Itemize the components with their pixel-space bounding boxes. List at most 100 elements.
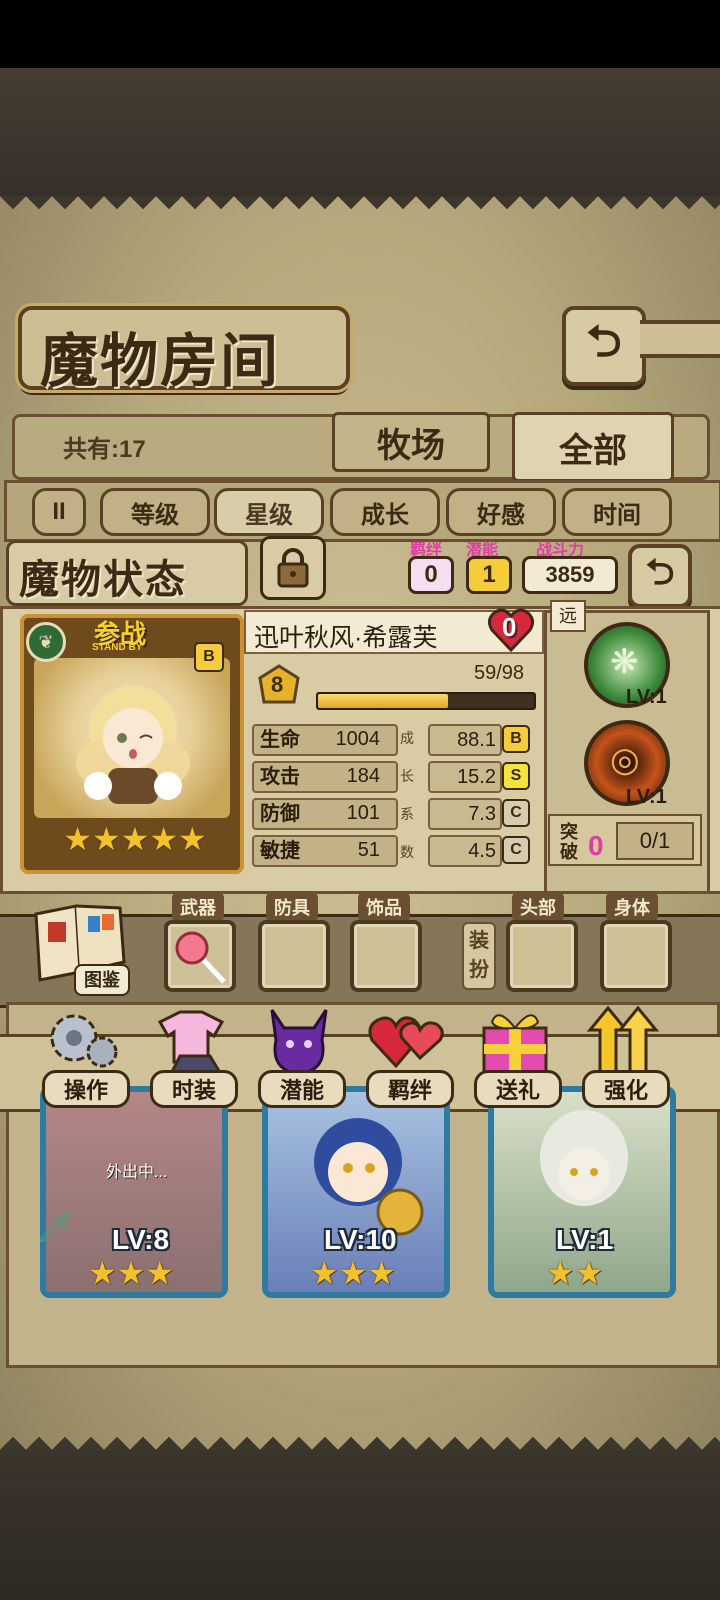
weapon-label: 武器 [172, 892, 224, 922]
exp-bar [316, 692, 536, 710]
growth-value: 88.1 [428, 724, 502, 756]
character-card[interactable]: ❦ 参战 STAND BY B ★ ★ ★ ★ ★ [20, 614, 244, 874]
star-icon: ★ [120, 821, 150, 857]
tab-all[interactable]: 全部 [512, 412, 674, 482]
leaf-icon: ❦ [38, 631, 54, 652]
affection-heart: 0 [486, 606, 536, 654]
affection-value: 0 [502, 612, 517, 642]
star-icon: ★ [310, 1255, 339, 1291]
dress-up-tag: 装 扮 [462, 922, 496, 990]
enhance-label: 强化 [582, 1070, 670, 1108]
star-icon: ★ [367, 1255, 397, 1291]
pause-button[interactable]: II [32, 488, 86, 536]
star-icon: ★ [145, 1255, 175, 1291]
card-stars: ★★★ [310, 1254, 396, 1292]
lock-button[interactable] [260, 536, 326, 600]
exp-text: 59/98 [474, 662, 525, 684]
level-value: 8 [271, 672, 284, 697]
gift-button[interactable]: 送礼 [474, 1000, 562, 1108]
card-stars: ★ ★ ★ ★ ★ [60, 820, 210, 857]
body-slot[interactable] [600, 920, 672, 992]
breakthrough-box: 突 破 0 0/1 [548, 814, 702, 866]
sort-growth-button[interactable]: 成长 [330, 488, 440, 536]
breakthrough-value: 0 [588, 830, 604, 861]
weapon-slot[interactable] [164, 920, 236, 992]
armor-label: 防具 [266, 892, 318, 922]
star-icon: ★ [149, 821, 179, 857]
stat-value: 184 [346, 765, 380, 787]
rarity-badge: B [194, 642, 224, 672]
accessory-slot[interactable] [350, 920, 422, 992]
away-status: 外出中... [106, 1164, 168, 1181]
power-value: 3859 [522, 556, 618, 594]
potential-value: 1 [466, 556, 512, 594]
book-label: 图鉴 [74, 964, 130, 996]
character-portrait [76, 686, 190, 804]
back-arrow-icon: ⮌ [645, 550, 675, 592]
torn-edge-top [0, 196, 720, 222]
character-portrait [540, 1110, 628, 1206]
head-label: 头部 [512, 892, 564, 922]
monster-book-button[interactable]: 图鉴 [32, 902, 130, 998]
bond-action-label: 羁绊 [366, 1070, 454, 1108]
star-icon: ★ [88, 1255, 117, 1291]
head-slot[interactable] [506, 920, 578, 992]
breakthrough-label-2: 破 [560, 842, 578, 862]
potential-action-label: 潜能 [258, 1070, 346, 1108]
sort-time-button[interactable]: 时间 [562, 488, 672, 536]
sort-level-button[interactable]: 等级 [100, 488, 210, 536]
page-title: 魔物房间 [40, 327, 281, 395]
stats-table: 生命 1004 88.1 B 攻击 184 15.2 S 防御 101 7.3 C 敏捷 51 4.5 C [252, 724, 534, 874]
gift-label: 送礼 [474, 1070, 562, 1108]
dress-up-char-1: 装 [469, 930, 489, 952]
operate-button[interactable]: 操作 [42, 1000, 130, 1108]
growth-char: 系 [400, 806, 414, 822]
stat-value: 1004 [335, 728, 381, 750]
growth-value: 4.5 [428, 835, 502, 867]
growth-char: 数 [400, 844, 414, 860]
pause-icon: II [52, 498, 66, 525]
header-rail [640, 320, 720, 358]
growth-grade-badge: S [502, 762, 530, 790]
card-level: LV:10 [324, 1224, 397, 1255]
card-stars: ★★ [546, 1254, 603, 1292]
sort-affection-button[interactable]: 好感 [446, 488, 556, 536]
star-icon: ★ [178, 821, 207, 857]
growth-char: 成 [400, 730, 414, 746]
costume-button[interactable]: 时装 [150, 1000, 238, 1108]
exp-bar-fill [318, 694, 448, 708]
lock-icon [277, 548, 309, 588]
element-badge: ❦ [26, 622, 66, 662]
operate-label: 操作 [42, 1070, 130, 1108]
costume-label: 时装 [150, 1070, 238, 1108]
star-icon: ★ [574, 1255, 604, 1291]
range-tag: 远 [550, 600, 586, 632]
enhance-button[interactable]: 强化 [582, 1000, 670, 1108]
back-button[interactable]: ⮌ [562, 306, 646, 386]
sort-star-button[interactable]: 星级 [214, 488, 324, 536]
accessory-label: 饰品 [358, 892, 410, 922]
card-level: LV:1 [556, 1224, 614, 1255]
dress-up-char-2: 扮 [469, 959, 489, 981]
growth-grade-badge: C [502, 799, 530, 827]
star-icon: ★ [546, 1255, 575, 1291]
armor-slot[interactable] [258, 920, 330, 992]
back-arrow-icon: ⮌ [586, 316, 622, 366]
bond-button[interactable]: 羁绊 [366, 1000, 454, 1108]
growth-value: 7.3 [428, 798, 502, 830]
standby-subtitle: STAND BY [92, 642, 143, 653]
status-title-plate: 魔物状态 [6, 540, 248, 606]
close-status-button[interactable]: ⮌ [628, 544, 692, 608]
character-name: 迅叶秋风·希露芙 [254, 624, 438, 652]
growth-value: 15.2 [428, 761, 502, 793]
potential-button[interactable]: 潜能 [258, 1000, 346, 1108]
star-icon: ★ [63, 821, 92, 857]
vortex-icon: ◎ [610, 741, 640, 779]
stat-value: 101 [346, 802, 380, 824]
sword-icon: 🗡 [36, 1211, 75, 1244]
stat-value: 51 [357, 839, 380, 861]
wind-icon: ❋ [610, 643, 639, 681]
tab-ranch[interactable]: 牧场 [332, 412, 490, 472]
growth-grade-badge: B [502, 725, 530, 753]
monster-count: 共有:17 [63, 436, 146, 463]
